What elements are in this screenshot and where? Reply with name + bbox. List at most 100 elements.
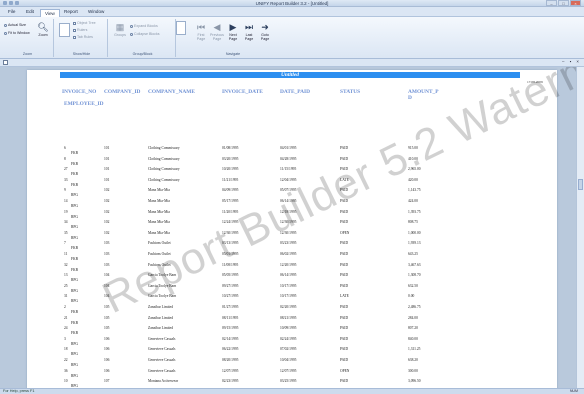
fit-window-option[interactable]: Fit to Window <box>4 31 30 35</box>
cell-status: OPEN <box>340 230 350 235</box>
cell-employee: FKB <box>71 320 78 325</box>
cell-amt: 3,096.50 <box>408 379 421 384</box>
cell-employee: RPG <box>71 193 78 198</box>
groups-icon: ▦ <box>115 22 125 32</box>
cell-idate: 05/17/1995 <box>222 199 239 203</box>
magnifier-icon: 🔍︎ <box>37 22 49 32</box>
cell-amt: 3,467.63 <box>408 262 421 267</box>
cell-employee: RPG <box>71 341 78 346</box>
cell-employee: RPG <box>71 278 78 283</box>
menu-report[interactable]: Report <box>60 8 82 16</box>
actual-size-option[interactable]: Actual Size <box>4 23 26 27</box>
next-page-button[interactable]: ▶︎ Next Page <box>226 22 240 41</box>
header-employee-id: EMPLOYEE_ID <box>64 101 104 107</box>
rulers-option[interactable]: Rulers <box>73 28 87 32</box>
cell-status: PAID <box>340 209 349 214</box>
document-controls[interactable]: – ▪ × <box>562 59 581 64</box>
cell-cid: 105 <box>104 326 110 331</box>
cell-cid: 105 <box>104 305 110 309</box>
cell-amt: 2,965.00 <box>408 167 421 172</box>
groupblock-group-label: Group/Block <box>132 52 153 56</box>
cell-inv: 11 <box>64 252 68 256</box>
vertical-scrollbar[interactable] <box>576 67 584 388</box>
cell-amt: 915.00 <box>408 146 418 150</box>
cell-paid: 12/20/1995 <box>280 262 297 267</box>
table-row: 19 102 Manz Mia-Mia 11/20/1995 12/18/1995 PAI… <box>27 210 557 221</box>
cell-cid: 102 <box>104 220 110 225</box>
first-page-label: First Page <box>196 33 206 41</box>
cell-inv: 9 <box>64 188 66 193</box>
cell-status: PAID <box>340 262 349 267</box>
cell-idate: 11/21/1995 <box>222 177 239 182</box>
cell-employee: RPG <box>71 235 78 240</box>
status-text: For Help, press F1 <box>3 389 35 393</box>
cell-cid: 103 <box>104 241 110 246</box>
report-page: Untitled 17.08.2009 INVOICE_NO COMPANY_I… <box>27 70 557 388</box>
report-workspace[interactable]: Untitled 17.08.2009 INVOICE_NO COMPANY_I… <box>0 67 576 388</box>
page-setup-icon[interactable] <box>176 21 186 35</box>
cell-name: Zanzibar Limited <box>148 305 174 309</box>
cell-idate: 10/20/1995 <box>222 167 239 172</box>
cell-name: Clothing Commissary <box>148 177 180 182</box>
collapse-blocks-option[interactable]: Collapse Blocks <box>130 32 160 36</box>
header-company-name: COMPANY_NAME <box>148 89 195 95</box>
cell-name: Garcia Toolye Barn <box>148 273 177 278</box>
window-title: UNIFY Report Builder 3.2 - [Untitled] <box>255 1 329 6</box>
last-page-icon: ⏭︎ <box>244 22 254 32</box>
last-page-label: Last Page <box>244 33 254 41</box>
goto-page-button[interactable]: ➜ Goto Page <box>258 22 272 41</box>
cell-idate: 05/05/1995 <box>222 273 239 278</box>
cell-status: PAID <box>340 188 349 193</box>
cell-paid: 05/07/1995 <box>280 188 297 193</box>
tab-rules-option[interactable]: Tab Rules <box>73 35 93 39</box>
cell-cid: 102 <box>104 199 110 203</box>
cell-inv: 33 <box>64 177 68 182</box>
close-button[interactable]: × <box>570 0 581 6</box>
last-page-button[interactable]: ⏭︎ Last Page <box>242 22 256 41</box>
zoom-group-label: Zoom <box>22 52 33 56</box>
checkbox-icon <box>73 21 76 25</box>
menu-edit[interactable]: Edit <box>22 8 38 16</box>
cell-amt: 300.00 <box>408 368 418 373</box>
object-tree-option[interactable]: Object Tree <box>73 21 96 25</box>
cell-idate: 08/11/1995 <box>222 315 239 320</box>
cell-name: Garcia Toolye Barn <box>148 294 177 299</box>
table-row: 14 102 Manz Mia-Mia 05/17/1995 06/14/1995 PAI… <box>27 199 557 210</box>
cell-inv: 22 <box>64 358 68 362</box>
cell-amt: 410.00 <box>408 156 418 161</box>
title-bar: UNIFY Report Builder 3.2 - [Untitled] – … <box>0 0 584 7</box>
cell-employee: RPG <box>71 214 78 219</box>
cell-name: Fashions Outlet <box>148 262 171 267</box>
table-row: 11 103 Fashions Outlet 05/01/1995 06/02/1995… <box>27 252 557 263</box>
cell-idate: 04/09/1995 <box>222 188 239 193</box>
table-row: 3 106 Genevieve Casuals 02/14/1995 02/24/199… <box>27 337 557 348</box>
cell-idate: 03/20/1995 <box>222 156 239 161</box>
cell-amt: 1,143.75 <box>408 188 421 193</box>
cell-amt: 2,486.75 <box>408 305 421 309</box>
cell-status: PAID <box>340 305 349 309</box>
previous-page-button[interactable]: ◀︎ Previous Page <box>210 22 224 41</box>
menu-file[interactable]: File <box>4 8 19 16</box>
menu-window[interactable]: Window <box>84 8 108 16</box>
cell-cid: 106 <box>104 347 110 352</box>
groups-button[interactable]: ▦ Groups <box>112 22 128 37</box>
cell-name: Genevieve Casuals <box>148 358 176 362</box>
cell-status: LATE <box>340 294 349 299</box>
first-page-button[interactable]: ⏮︎ First Page <box>194 22 208 41</box>
minimize-button[interactable]: – <box>546 0 557 6</box>
cell-inv: 24 <box>64 326 68 331</box>
table-row: 31 104 Garcia Toolye Barn 10/27/1995 10/17/1… <box>27 294 557 305</box>
scrollbar-thumb[interactable] <box>578 179 583 190</box>
cell-inv: 8 <box>64 156 66 161</box>
document-icon[interactable] <box>3 60 8 65</box>
zoom-button[interactable]: 🔍︎ Zoom <box>35 22 51 37</box>
maximize-button[interactable]: □ <box>558 0 569 6</box>
cell-inv: 34 <box>64 220 68 225</box>
cell-amt: 643.25 <box>408 252 418 256</box>
cell-idate: 01/27/1995 <box>222 305 239 309</box>
cell-paid: 12/04/1995 <box>280 177 297 182</box>
expand-blocks-option[interactable]: Expand Blocks <box>130 24 158 28</box>
cell-inv: 6 <box>64 146 66 150</box>
cell-name: Clothing Commissary <box>148 156 180 161</box>
cell-inv: 3 <box>64 336 66 341</box>
